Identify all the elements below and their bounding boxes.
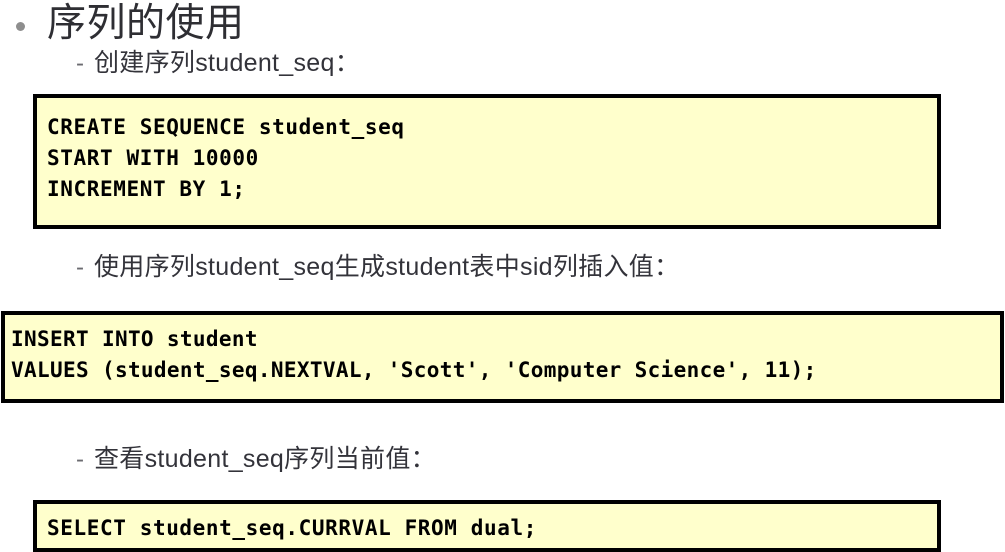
sub-bullet-2: - 使用序列student_seq生成student表中sid列插入值： [76, 252, 679, 283]
sub-bullet-3: - 查看student_seq序列当前值： [76, 444, 436, 475]
dash-marker-icon: - [76, 446, 84, 473]
page-title: 序列的使用 [47, 2, 245, 45]
code-block-insert-into-student: INSERT INTO student VALUES (student_seq.… [1, 311, 1004, 403]
sub-bullet-1-label: 创建序列student_seq： [94, 49, 361, 77]
dash-marker-icon: - [76, 254, 84, 281]
code-text-create-sequence: CREATE SEQUENCE student_seq START WITH 1… [47, 115, 405, 201]
sub-bullet-3-label: 查看student_seq序列当前值： [94, 445, 436, 473]
sub-bullet-2-label: 使用序列student_seq生成student表中sid列插入值： [94, 253, 680, 281]
dash-marker-icon: - [76, 50, 84, 77]
bullet-dot-icon [16, 22, 25, 31]
sub-bullet-1: - 创建序列student_seq： [76, 48, 360, 79]
code-text-select-currval: SELECT student_seq.CURRVAL FROM dual; [47, 516, 537, 540]
code-block-create-sequence: CREATE SEQUENCE student_seq START WITH 1… [33, 94, 941, 229]
code-block-select-currval: SELECT student_seq.CURRVAL FROM dual; [33, 500, 941, 552]
code-text-insert-into-student: INSERT INTO student VALUES (student_seq.… [11, 327, 817, 382]
slide-title-row: 序列的使用 [0, 2, 245, 46]
slide-canvas: 序列的使用 - 创建序列student_seq： CREATE SEQUENCE… [0, 0, 1005, 552]
